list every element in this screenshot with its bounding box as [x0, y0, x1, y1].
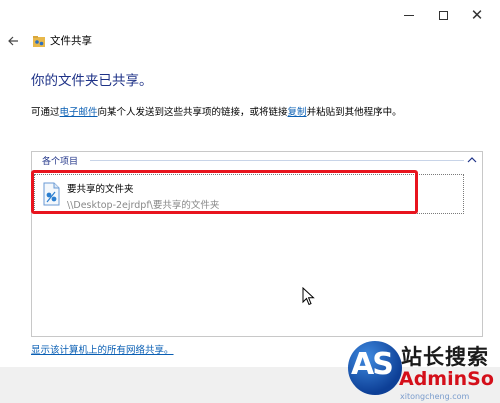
group-header[interactable]: 各个项目 [32, 152, 482, 168]
watermark-url: xitongcheng.com [400, 392, 470, 401]
chevron-up-icon[interactable] [466, 154, 478, 166]
list-item[interactable]: 要共享的文件夹 \\Desktop-2ejrdpf\要共享的文件夹 [34, 174, 464, 214]
item-name: 要共享的文件夹 [67, 184, 134, 195]
back-arrow-icon [8, 36, 18, 46]
email-link[interactable]: 电子邮件 [60, 107, 98, 118]
nav-bar: 文件共享 [0, 28, 500, 54]
file-sharing-icon [33, 36, 45, 47]
window-title: 文件共享 [50, 35, 92, 47]
minimize-icon [404, 14, 414, 16]
description-text: 可通过电子邮件向某个人发送到这些共享项的链接，或将链接复制并粘贴到其他程序中。 [31, 104, 402, 118]
group-label: 各个项目 [42, 157, 79, 167]
close-button[interactable]: ✕ [460, 2, 494, 28]
desc-suffix: 并粘贴到其他程序中。 [306, 107, 402, 118]
show-network-shares-link[interactable]: 显示该计算机上的所有网络共享。 [31, 342, 174, 356]
title-bar: ✕ [0, 0, 500, 30]
shared-folder-icon [43, 182, 60, 206]
item-path: \\Desktop-2ejrdpf\要共享的文件夹 [67, 200, 220, 211]
watermark-logo: AS 站长搜索 AdminSo xitongcheng.com [343, 337, 500, 403]
desc-middle: 向某个人发送到这些共享项的链接，或将链接 [97, 107, 288, 118]
watermark-brand: AdminSo [399, 368, 494, 390]
maximize-icon [438, 10, 448, 20]
copy-link[interactable]: 复制 [288, 107, 307, 118]
watermark-cn-text: 站长搜索 [401, 345, 489, 369]
maximize-button[interactable] [426, 2, 460, 28]
minimize-button[interactable] [392, 2, 426, 28]
close-icon: ✕ [470, 5, 484, 24]
watermark-badge-text: AS [351, 347, 394, 382]
page-heading: 你的文件夹已共享。 [31, 73, 153, 89]
group-divider [90, 160, 464, 161]
back-button[interactable] [4, 32, 22, 50]
desc-prefix: 可通过 [31, 107, 60, 118]
mouse-cursor-icon [302, 287, 315, 306]
shared-items-list[interactable]: 各个项目 要共享的文件夹 \\Desktop-2ejrdpf\要共享的文件夹 [31, 151, 483, 337]
